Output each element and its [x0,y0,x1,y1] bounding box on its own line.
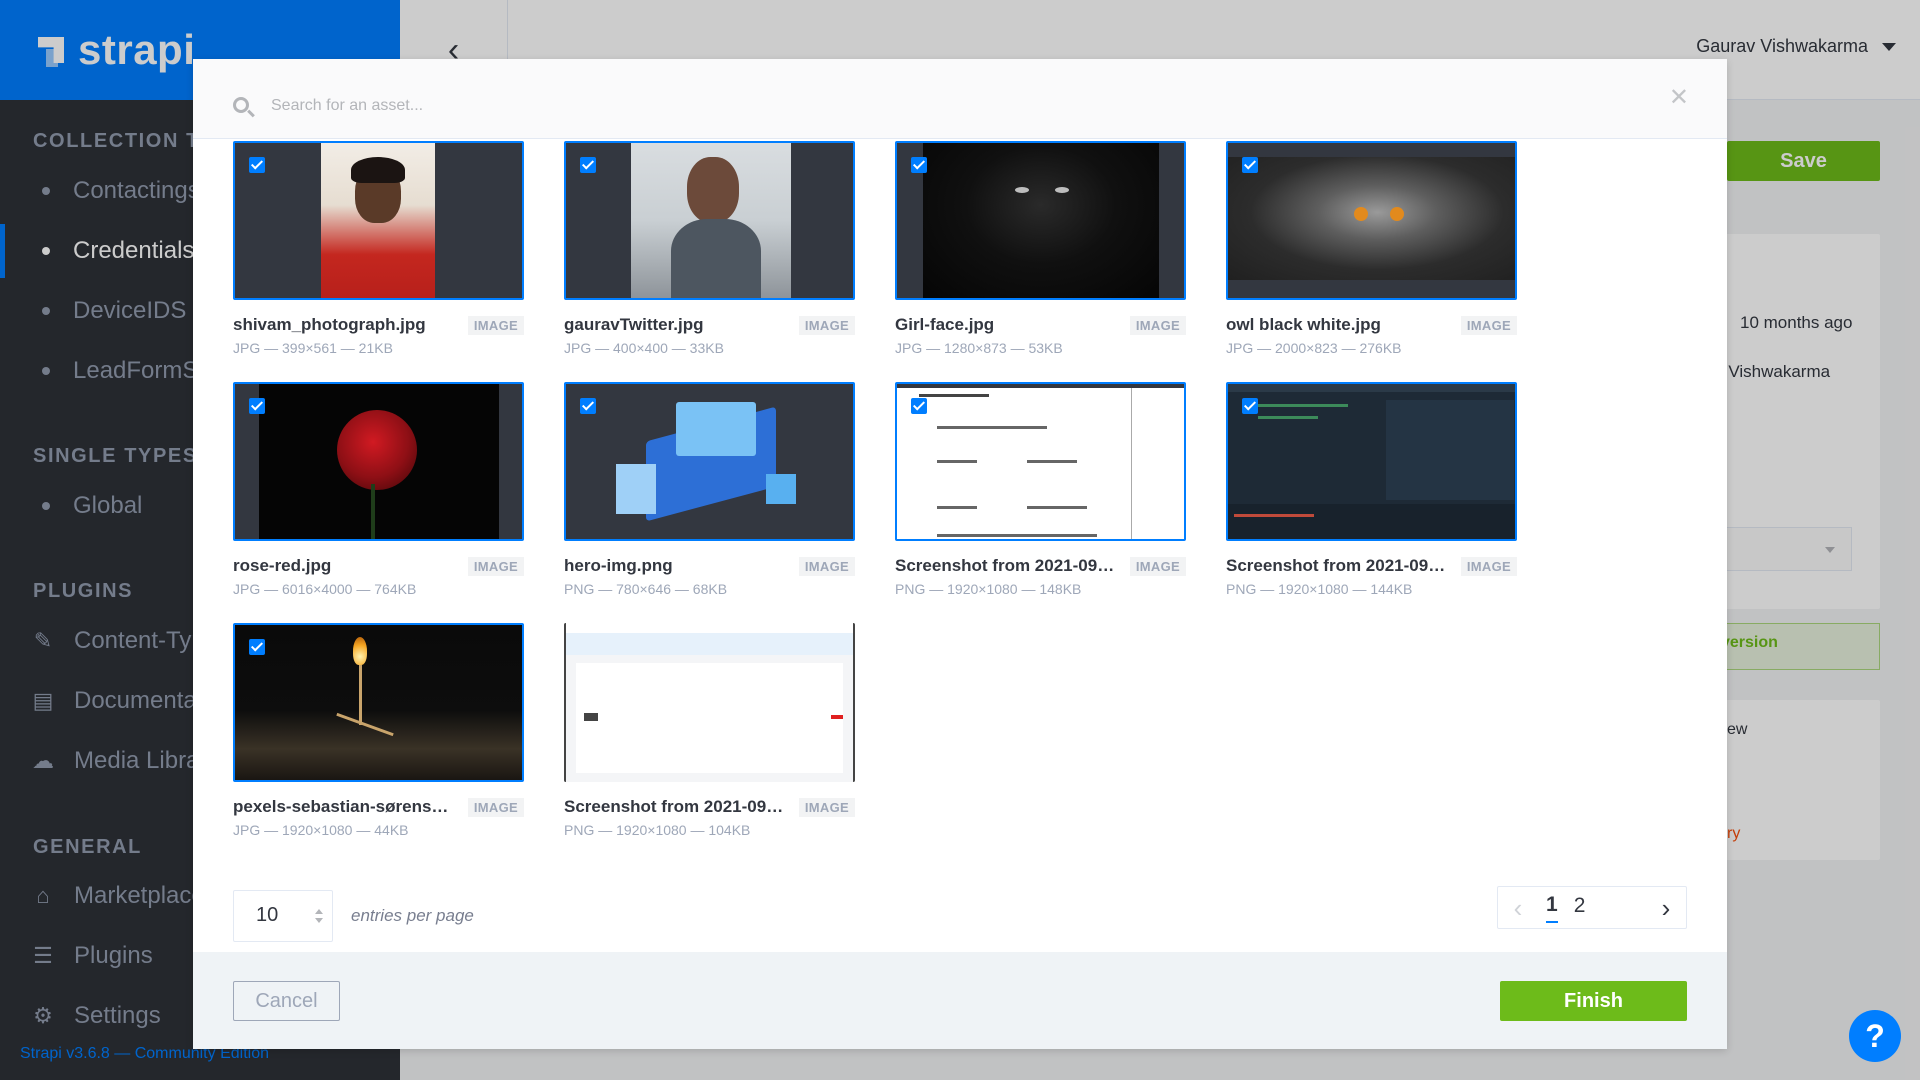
asset-name: rose-red.jpg [233,556,332,575]
asset-card[interactable]: pexels-sebastian-sørensen... IMAGE JPG —… [233,623,524,838]
chevron-left-icon[interactable]: ‹ [1498,895,1538,921]
cancel-button[interactable]: Cancel [233,981,340,1021]
asset-meta: JPG — 1280×873 — 53KB [895,340,1063,356]
asset-meta: PNG — 1920×1080 — 104KB [564,822,751,838]
asset-thumbnail[interactable] [564,623,855,782]
asset-type-badge: IMAGE [798,557,855,576]
asset-meta: PNG — 1920×1080 — 144KB [1226,581,1413,597]
asset-meta: JPG — 1920×1080 — 44KB [233,822,409,838]
page-2[interactable]: 2 [1574,894,1586,922]
asset-type-badge: IMAGE [798,316,855,335]
selected-checkbox[interactable] [911,157,927,173]
asset-type-badge: IMAGE [1129,316,1186,335]
selected-checkbox[interactable] [1242,157,1258,173]
asset-type-badge: IMAGE [1129,557,1186,576]
pagination: ‹ 1 2 › [1497,886,1687,929]
asset-name: Screenshot from 2021-09-... [895,556,1115,575]
asset-thumbnail[interactable] [233,141,524,300]
asset-name: Screenshot from 2021-09-... [1226,556,1446,575]
asset-type-badge: IMAGE [1460,316,1517,335]
selected-checkbox[interactable] [249,157,265,173]
modal-footer: Cancel Finish [193,952,1727,1049]
asset-meta: JPG — 399×561 — 21KB [233,340,393,356]
asset-name: Girl-face.jpg [895,315,995,334]
asset-thumbnail[interactable] [233,623,524,782]
selected-checkbox[interactable] [1242,398,1258,414]
close-icon[interactable]: ✕ [1669,86,1689,110]
asset-meta: PNG — 1920×1080 — 148KB [895,581,1082,597]
asset-thumbnail[interactable] [895,141,1186,300]
asset-thumbnail[interactable] [233,382,524,541]
asset-type-badge: IMAGE [1460,557,1517,576]
asset-name: hero-img.png [564,556,673,575]
asset-meta: JPG — 2000×823 — 276KB [1226,340,1402,356]
asset-card[interactable]: rose-red.jpg IMAGE JPG — 6016×4000 — 764… [233,382,524,597]
asset-meta: JPG — 6016×4000 — 764KB [233,581,417,597]
modal-search-bar: ✕ [193,59,1727,139]
media-library-modal: ✕ shivam_photograph.jpg IMAGE JPG — 399×… [193,59,1727,1049]
asset-type-badge: IMAGE [467,557,524,576]
finish-button[interactable]: Finish [1500,981,1687,1021]
selected-checkbox[interactable] [580,157,596,173]
asset-name: Screenshot from 2021-09-... [564,797,784,816]
asset-type-badge: IMAGE [467,798,524,817]
search-input[interactable] [271,91,971,121]
asset-name: owl black white.jpg [1226,315,1381,334]
asset-name: pexels-sebastian-sørensen... [233,797,453,816]
asset-card[interactable]: Screenshot from 2021-09-... IMAGE PNG — … [1226,382,1517,597]
selected-checkbox[interactable] [249,398,265,414]
selected-checkbox[interactable] [580,398,596,414]
asset-type-badge: IMAGE [798,798,855,817]
select-arrows-icon [314,907,324,927]
entries-per-page-select[interactable]: 10 [233,890,333,942]
search-icon [233,97,249,113]
asset-card[interactable]: Screenshot from 2021-09-... IMAGE PNG — … [564,623,855,838]
asset-name: gauravTwitter.jpg [564,315,704,334]
asset-thumbnail[interactable] [564,141,855,300]
asset-type-badge: IMAGE [467,316,524,335]
asset-thumbnail[interactable] [1226,382,1517,541]
asset-meta: PNG — 780×646 — 68KB [564,581,728,597]
asset-card[interactable]: Screenshot from 2021-09-... IMAGE PNG — … [895,382,1186,597]
asset-card[interactable]: shivam_photograph.jpg IMAGE JPG — 399×56… [233,141,524,356]
entries-per-page-value: 10 [256,904,279,926]
help-button[interactable]: ? [1849,1010,1901,1062]
asset-thumbnail[interactable] [1226,141,1517,300]
asset-card[interactable]: Girl-face.jpg IMAGE JPG — 1280×873 — 53K… [895,141,1186,356]
asset-thumbnail[interactable] [895,382,1186,541]
entries-per-page-label: entries per page [351,906,474,925]
selected-checkbox[interactable] [249,639,265,655]
asset-card[interactable]: hero-img.png IMAGE PNG — 780×646 — 68KB [564,382,855,597]
selected-checkbox[interactable] [911,398,927,414]
chevron-right-icon[interactable]: › [1646,895,1686,921]
asset-name: shivam_photograph.jpg [233,315,426,334]
asset-meta: JPG — 400×400 — 33KB [564,340,724,356]
asset-card[interactable]: owl black white.jpg IMAGE JPG — 2000×823… [1226,141,1517,356]
page-1[interactable]: 1 [1546,893,1558,923]
asset-card[interactable]: gauravTwitter.jpg IMAGE JPG — 400×400 — … [564,141,855,356]
asset-thumbnail[interactable] [564,382,855,541]
